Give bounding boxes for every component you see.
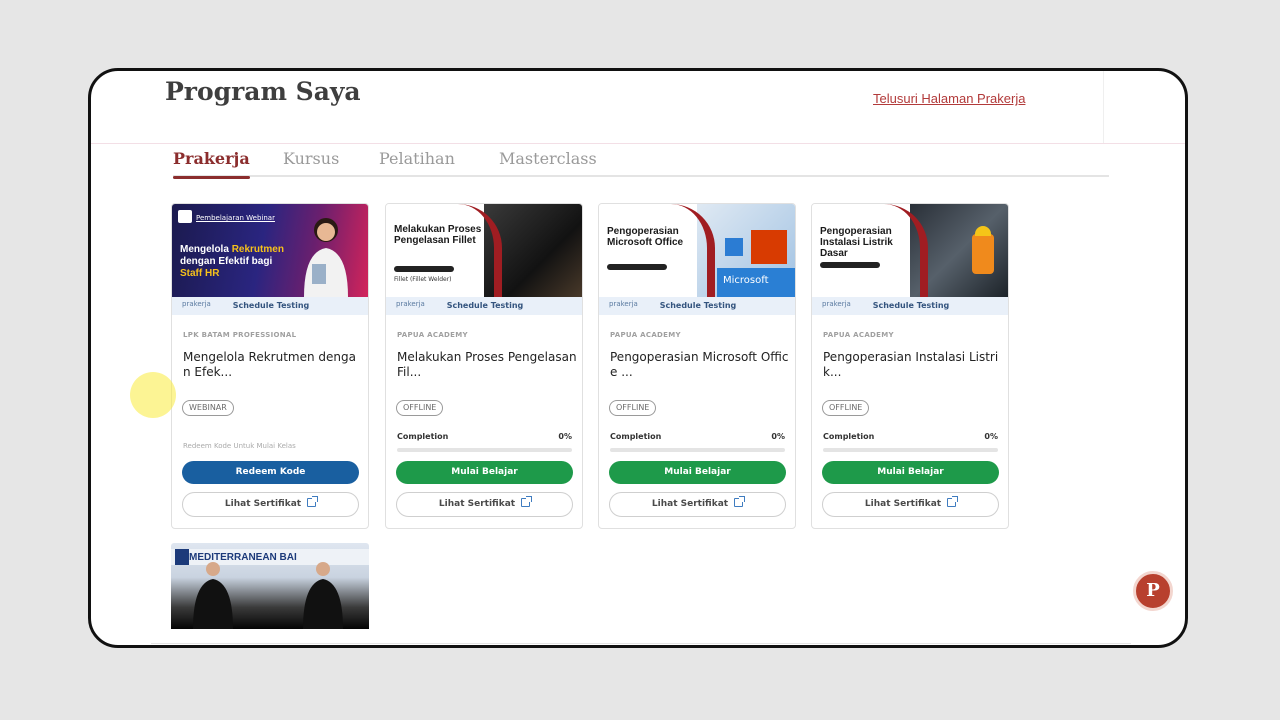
course-title[interactable]: Mengelola Rekrutmen dengan Efek... bbox=[183, 350, 363, 380]
schedule-label: Schedule Testing bbox=[232, 301, 310, 310]
word-logo-icon bbox=[725, 238, 743, 256]
button-label: Lihat Sertifikat bbox=[864, 499, 942, 509]
course-thumbnail[interactable]: Melakukan Proses Pengelasan Fillet Fille… bbox=[386, 204, 582, 297]
view-certificate-button[interactable]: Lihat Sertifikat bbox=[182, 492, 359, 517]
schedule-label: Schedule Testing bbox=[872, 301, 950, 310]
page-title: Program Saya bbox=[165, 77, 361, 106]
course-type-badge: OFFLINE bbox=[609, 400, 657, 416]
tab-prakerja[interactable]: Prakerja bbox=[173, 141, 250, 179]
completion-percent: 0% bbox=[984, 432, 998, 441]
thumbnail-title: Pengoperasian Microsoft Office bbox=[607, 226, 684, 248]
program-card[interactable]: Melakukan Proses Pengelasan Fillet Fille… bbox=[385, 203, 583, 529]
thumbnail-line: Mengelola bbox=[180, 244, 229, 255]
office-logo-icon bbox=[751, 230, 787, 264]
start-learning-button[interactable]: Mulai Belajar bbox=[396, 461, 573, 484]
worker-vest bbox=[972, 234, 994, 274]
course-type-badge: WEBINAR bbox=[182, 400, 234, 416]
button-label: Lihat Sertifikat bbox=[224, 499, 302, 509]
provider-name: LPK BATAM PROFESSIONAL bbox=[183, 331, 297, 339]
thumbnail-pill bbox=[607, 264, 667, 270]
explore-prakerja-link[interactable]: Telusuri Halaman Prakerja bbox=[873, 91, 1025, 106]
schedule-strip: prakerja Schedule Testing bbox=[599, 297, 795, 315]
view-certificate-button[interactable]: Lihat Sertifikat bbox=[609, 492, 786, 517]
app-window: Program Saya Telusuri Halaman Prakerja P… bbox=[88, 68, 1188, 648]
program-card[interactable]: Pengoperasian Instalasi Listrik Dasar pr… bbox=[811, 203, 1009, 529]
completion-row: Completion 0% bbox=[397, 432, 572, 441]
course-title[interactable]: Pengoperasian Instalasi Listrik... bbox=[823, 350, 1003, 380]
start-learning-button[interactable]: Mulai Belajar bbox=[609, 461, 786, 484]
program-tabs: Prakerja Kursus Pelatihan Masterclass bbox=[173, 141, 1109, 179]
external-link-icon bbox=[521, 496, 533, 507]
schedule-strip: prakerja Schedule Testing bbox=[812, 297, 1008, 315]
presenters-photo bbox=[193, 562, 343, 629]
provider-name: PAPUA ACADEMY bbox=[610, 331, 681, 339]
thumbnail-line: dengan Efektif bagi bbox=[180, 256, 273, 267]
external-link-icon bbox=[734, 496, 746, 507]
external-link-icon bbox=[947, 496, 959, 507]
completion-row: Completion 0% bbox=[823, 432, 998, 441]
completion-row: Completion 0% bbox=[610, 432, 785, 441]
tab-kursus[interactable]: Kursus bbox=[283, 141, 339, 177]
course-title[interactable]: Pengoperasian Microsoft Office ... bbox=[610, 350, 790, 380]
completion-percent: 0% bbox=[771, 432, 785, 441]
webinar-logo-icon bbox=[178, 210, 192, 223]
thumbnail-pill bbox=[394, 266, 454, 272]
external-link-icon bbox=[307, 496, 319, 507]
button-label: Lihat Sertifikat bbox=[651, 499, 729, 509]
cursor-highlight bbox=[130, 372, 176, 418]
completion-label: Completion bbox=[610, 432, 662, 441]
program-card[interactable]: Microsoft Pengoperasian Microsoft Office… bbox=[598, 203, 796, 529]
header-vertical-divider bbox=[1103, 71, 1104, 143]
course-type-badge: OFFLINE bbox=[396, 400, 444, 416]
schedule-strip: prakerja Schedule Testing bbox=[172, 297, 368, 315]
course-type-badge: OFFLINE bbox=[822, 400, 870, 416]
course-thumbnail[interactable]: Pengoperasian Instalasi Listrik Dasar bbox=[812, 204, 1008, 297]
program-card-thumbnail[interactable]: MEDITERRANEAN BAI bbox=[171, 543, 369, 629]
view-certificate-button[interactable]: Lihat Sertifikat bbox=[396, 492, 573, 517]
tab-pelatihan[interactable]: Pelatihan bbox=[379, 141, 455, 177]
completion-progress-bar bbox=[610, 448, 785, 452]
presenter-photo bbox=[304, 218, 348, 297]
start-learning-button[interactable]: Mulai Belajar bbox=[822, 461, 999, 484]
course-thumbnail[interactable]: Microsoft Pengoperasian Microsoft Office bbox=[599, 204, 795, 297]
provider-name: PAPUA ACADEMY bbox=[397, 331, 468, 339]
course-thumbnail[interactable]: Pembelajaran Webinar Mengelola Rekrutmen… bbox=[172, 204, 368, 297]
thumbnail-pill bbox=[820, 262, 880, 268]
thumbnail-title: Melakukan Proses Pengelasan Fillet bbox=[394, 224, 482, 246]
thumbnail-line: Staff HR bbox=[180, 268, 220, 279]
thumbnail-title: Pengoperasian Instalasi Listrik Dasar bbox=[820, 226, 893, 259]
program-card[interactable]: Pembelajaran Webinar Mengelola Rekrutmen… bbox=[171, 203, 369, 529]
thumbnail-highlight: Rekrutmen bbox=[231, 244, 284, 255]
completion-label: Completion bbox=[823, 432, 875, 441]
prakerja-chat-button[interactable]: P bbox=[1133, 571, 1173, 611]
course-title[interactable]: Melakukan Proses Pengelasan Fil... bbox=[397, 350, 577, 380]
thumbnail-subtitle: Fillet (Fillet Welder) bbox=[394, 276, 452, 283]
hard-hat-icon bbox=[975, 226, 991, 236]
provider-name: PAPUA ACADEMY bbox=[823, 331, 894, 339]
footer-divider bbox=[151, 643, 1131, 644]
schedule-label: Schedule Testing bbox=[659, 301, 737, 310]
completion-progress-bar bbox=[397, 448, 572, 452]
completion-label: Completion bbox=[397, 432, 449, 441]
schedule-label: Schedule Testing bbox=[446, 301, 524, 310]
thumbnail-tag: Pembelajaran Webinar bbox=[196, 214, 275, 222]
redeem-code-button[interactable]: Redeem Kode bbox=[182, 461, 359, 484]
button-label: Lihat Sertifikat bbox=[438, 499, 516, 509]
completion-percent: 0% bbox=[558, 432, 572, 441]
microsoft-brand-text: Microsoft bbox=[723, 275, 769, 286]
tab-masterclass[interactable]: Masterclass bbox=[499, 141, 597, 177]
redeem-hint: Redeem Kode Untuk Mulai Kelas bbox=[183, 442, 296, 450]
view-certificate-button[interactable]: Lihat Sertifikat bbox=[822, 492, 999, 517]
completion-progress-bar bbox=[823, 448, 998, 452]
schedule-strip: prakerja Schedule Testing bbox=[386, 297, 582, 315]
